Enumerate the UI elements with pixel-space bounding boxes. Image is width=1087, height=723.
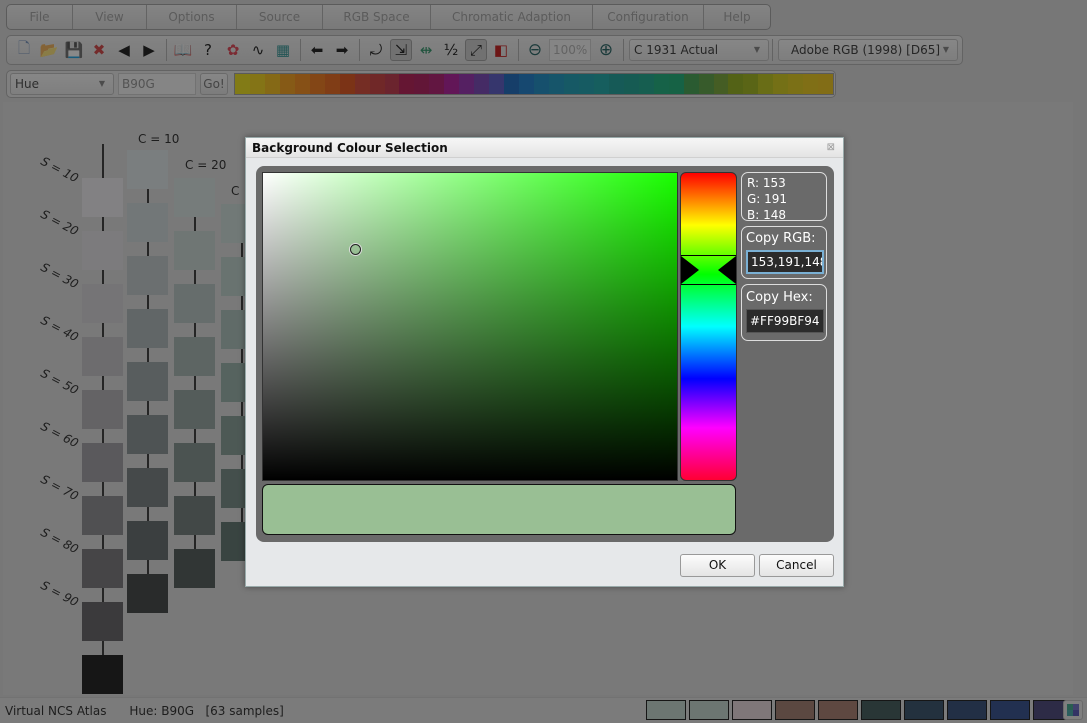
- copy-hex-label: Copy Hex:: [746, 290, 813, 305]
- picker-cursor[interactable]: [350, 244, 361, 255]
- dialog-title: Background Colour Selection: [252, 141, 448, 155]
- saturation-value-area[interactable]: [262, 172, 678, 481]
- hue-slider[interactable]: [680, 172, 737, 481]
- handle-arrow-right-icon: [718, 256, 736, 284]
- red-value: R: 153: [747, 176, 786, 190]
- rgb-readout: R: 153 G: 191 B: 148: [741, 172, 827, 222]
- black-gradient: [263, 173, 677, 480]
- copy-hex-group: Copy Hex:: [741, 284, 827, 341]
- copy-rgb-label: Copy RGB:: [746, 231, 816, 246]
- ok-button[interactable]: OK: [680, 554, 755, 577]
- close-icon[interactable]: ⊠: [827, 138, 835, 158]
- hue-slider-handle[interactable]: [681, 255, 736, 285]
- dialog-title-bar: Background Colour Selection ⊠: [246, 138, 843, 158]
- background-colour-dialog: Background Colour Selection ⊠ R: 153 G: …: [245, 137, 844, 587]
- blue-value: B: 148: [747, 208, 786, 222]
- colour-preview: [262, 484, 736, 535]
- colour-picker-panel: R: 153 G: 191 B: 148 Copy RGB: Copy Hex:: [256, 166, 834, 542]
- copy-rgb-group: Copy RGB:: [741, 226, 827, 279]
- copy-hex-field[interactable]: [746, 309, 824, 333]
- copy-rgb-field[interactable]: [746, 250, 824, 274]
- green-value: G: 191: [747, 192, 788, 206]
- handle-arrow-left-icon: [681, 256, 699, 284]
- app-window: FileViewOptionsSourceRGB SpaceChromatic …: [0, 0, 1087, 723]
- cancel-button[interactable]: Cancel: [759, 554, 834, 577]
